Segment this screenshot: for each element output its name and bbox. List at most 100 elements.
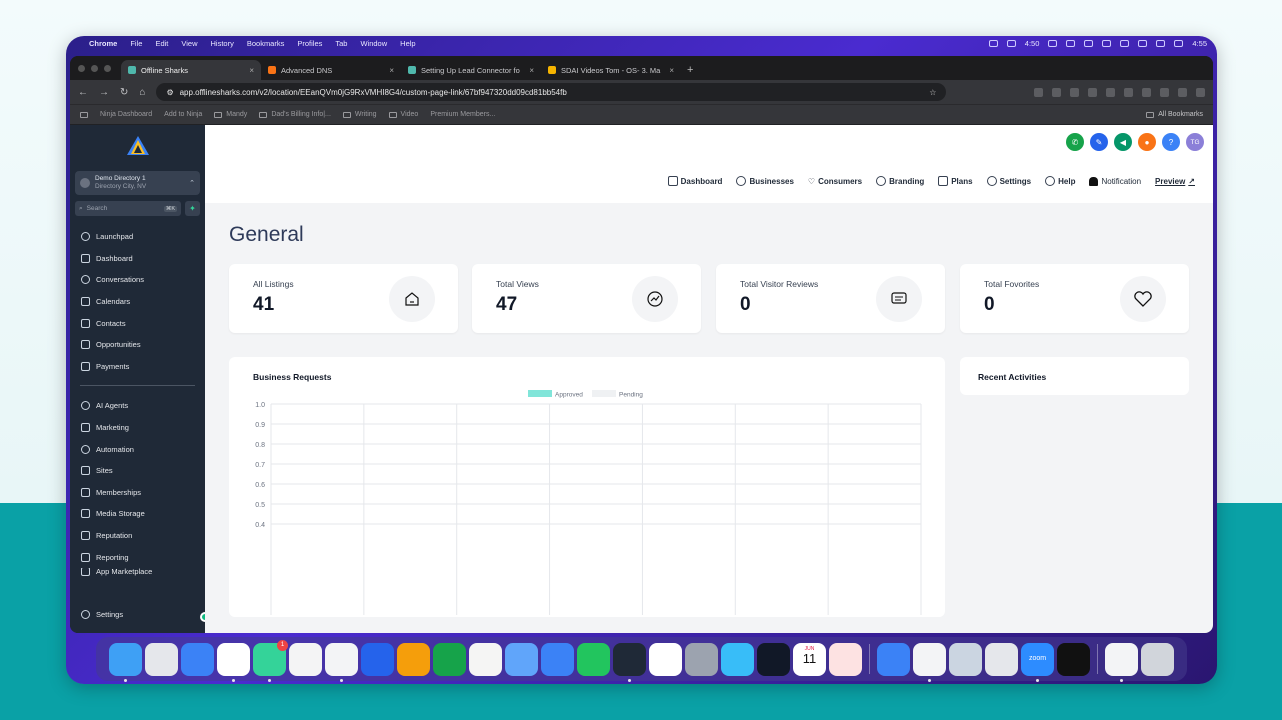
- preview-link[interactable]: Preview ↗: [1155, 177, 1195, 186]
- site-info-icon[interactable]: ⚙: [166, 88, 173, 97]
- status-icon[interactable]: [1102, 40, 1112, 47]
- location-switcher[interactable]: Demo Directory 1 Directory City, NV ⌃: [75, 171, 200, 195]
- status-icon[interactable]: [1066, 40, 1076, 47]
- status-icon[interactable]: [1006, 40, 1016, 47]
- zoom-window-icon[interactable]: [104, 64, 111, 72]
- dock-app-keynote[interactable]: [505, 642, 538, 676]
- address-bar[interactable]: ⚙ app.offlinesharks.com/v2/location/EEan…: [156, 83, 947, 101]
- menu-profiles[interactable]: Profiles: [297, 39, 322, 48]
- dock-app-documents[interactable]: [1105, 642, 1138, 682]
- sidebar-item-app-marketplace[interactable]: App Marketplace: [70, 567, 205, 576]
- dock-app-zoom[interactable]: zoom: [1021, 642, 1054, 682]
- minimize-window-icon[interactable]: [91, 64, 98, 72]
- dock-app-cardhop[interactable]: [829, 642, 862, 676]
- sidebar-item-media-storage[interactable]: Media Storage: [70, 503, 205, 525]
- forward-icon[interactable]: →: [99, 87, 109, 98]
- extension-icon[interactable]: [1142, 87, 1151, 97]
- wifi-icon[interactable]: [1156, 40, 1166, 47]
- dock-app-evernote[interactable]: [577, 642, 610, 676]
- status-icon[interactable]: [1048, 40, 1058, 47]
- sidebar-item-dashboard[interactable]: Dashboard: [70, 248, 205, 270]
- nav-businesses[interactable]: Businesses: [736, 176, 794, 186]
- dock-app-chrome[interactable]: [217, 642, 250, 682]
- close-icon[interactable]: ×: [389, 66, 394, 75]
- dock-app-app-store[interactable]: [541, 642, 574, 676]
- sidebar-item-opportunities[interactable]: Opportunities: [70, 334, 205, 356]
- dock-app-trash[interactable]: [1141, 642, 1174, 676]
- dock-app-screen-clock[interactable]: [757, 642, 790, 676]
- close-icon[interactable]: ×: [249, 66, 254, 75]
- dock-app-calendar[interactable]: JUN 11: [793, 642, 826, 676]
- tab-offline-sharks[interactable]: Offline Sharks ×: [121, 60, 261, 80]
- more-menu-icon[interactable]: [1196, 87, 1205, 97]
- menu-file[interactable]: File: [130, 39, 142, 48]
- dock-app-system-settings[interactable]: [685, 642, 718, 676]
- dock-app-launchpad[interactable]: [145, 642, 178, 676]
- sidebar-item-reputation[interactable]: Reputation: [70, 525, 205, 547]
- tab-sdai-videos[interactable]: SDAI Videos Tom - OS- 3. Ma ×: [541, 60, 681, 80]
- dock-app-skitch[interactable]: [721, 642, 754, 676]
- nav-consumers[interactable]: ♡ Consumers: [808, 177, 862, 186]
- bookmark-folder[interactable]: Dad's Billing Info|...: [259, 111, 331, 118]
- battery-icon[interactable]: [1174, 40, 1184, 47]
- home-icon[interactable]: ⌂: [139, 87, 145, 98]
- search-icon[interactable]: [1138, 40, 1148, 47]
- sidebar-item-settings[interactable]: Settings: [70, 603, 205, 625]
- nav-branding[interactable]: Branding: [876, 176, 924, 186]
- sidebar-item-sites[interactable]: Sites: [70, 460, 205, 482]
- dock-app-messages[interactable]: 1: [253, 639, 288, 682]
- close-icon[interactable]: ×: [529, 66, 534, 75]
- bookmark-folder[interactable]: Mandy: [214, 111, 247, 118]
- dock-app-screen-sharing[interactable]: [985, 642, 1018, 676]
- nav-notification[interactable]: Notification: [1089, 176, 1141, 186]
- sidebar-item-calendars[interactable]: Calendars: [70, 291, 205, 313]
- dock-app-klack[interactable]: [325, 642, 358, 682]
- sidebar-item-contacts[interactable]: Contacts: [70, 312, 205, 334]
- dock-app-slack[interactable]: [649, 642, 682, 676]
- sidebar-item-payments[interactable]: Payments: [70, 356, 205, 378]
- menu-edit[interactable]: Edit: [155, 39, 168, 48]
- menu-bookmarks[interactable]: Bookmarks: [247, 39, 285, 48]
- close-icon[interactable]: ×: [669, 66, 674, 75]
- extension-icon[interactable]: [1124, 87, 1133, 97]
- logo[interactable]: [70, 129, 205, 165]
- sidebar-item-automation[interactable]: Automation: [70, 438, 205, 460]
- url-text[interactable]: app.offlinesharks.com/v2/location/EEanQV…: [180, 88, 567, 97]
- extension-icon[interactable]: [1088, 87, 1097, 97]
- new-tab-button[interactable]: +: [681, 64, 699, 80]
- sidebar-item-reporting[interactable]: Reporting: [70, 546, 205, 568]
- dock-app-screens[interactable]: [913, 642, 946, 682]
- dock-app-capcut[interactable]: [1057, 642, 1090, 676]
- tab-advanced-dns[interactable]: Advanced DNS ×: [261, 60, 401, 80]
- sidebar-item-conversations[interactable]: Conversations: [70, 269, 205, 291]
- bookmark-item[interactable]: Premium Members...: [430, 111, 495, 118]
- ai-assist-button[interactable]: ✦: [185, 201, 200, 216]
- profile-icon[interactable]: [1178, 87, 1187, 97]
- nav-dashboard[interactable]: Dashboard: [667, 176, 722, 186]
- nav-help[interactable]: Help: [1045, 176, 1075, 186]
- dock-app-obs[interactable]: [613, 642, 646, 682]
- sidebar-item-ai-agents[interactable]: AI Agents: [70, 395, 205, 417]
- menu-clock[interactable]: 4:55: [1192, 39, 1207, 48]
- dock-app-asana[interactable]: [289, 642, 322, 676]
- side-panel-icon[interactable]: [1160, 87, 1169, 97]
- phone-icon[interactable]: ✆: [1066, 133, 1084, 151]
- menu-app-name[interactable]: Chrome: [89, 39, 117, 48]
- nav-plans[interactable]: Plans: [938, 176, 973, 186]
- bookmark-folder[interactable]: Video: [388, 111, 418, 118]
- dock-app-safari[interactable]: [181, 642, 214, 676]
- sidebar-item-memberships[interactable]: Memberships: [70, 482, 205, 504]
- help-icon[interactable]: ?: [1162, 133, 1180, 151]
- dock-app-tes[interactable]: [397, 642, 430, 676]
- tab-lead-connector[interactable]: Setting Up Lead Connector fo ×: [401, 60, 541, 80]
- close-window-icon[interactable]: [78, 64, 85, 72]
- menu-help[interactable]: Help: [400, 39, 415, 48]
- avatar[interactable]: TG: [1186, 133, 1204, 151]
- dock-app-network-radar[interactable]: [877, 642, 910, 676]
- menu-history[interactable]: History: [211, 39, 234, 48]
- extension-icon[interactable]: [1106, 87, 1115, 97]
- dock-app-excel[interactable]: [433, 642, 466, 676]
- magic-icon[interactable]: ✎: [1090, 133, 1108, 151]
- sidebar-item-marketing[interactable]: Marketing: [70, 417, 205, 439]
- extension-icon[interactable]: [1052, 87, 1061, 97]
